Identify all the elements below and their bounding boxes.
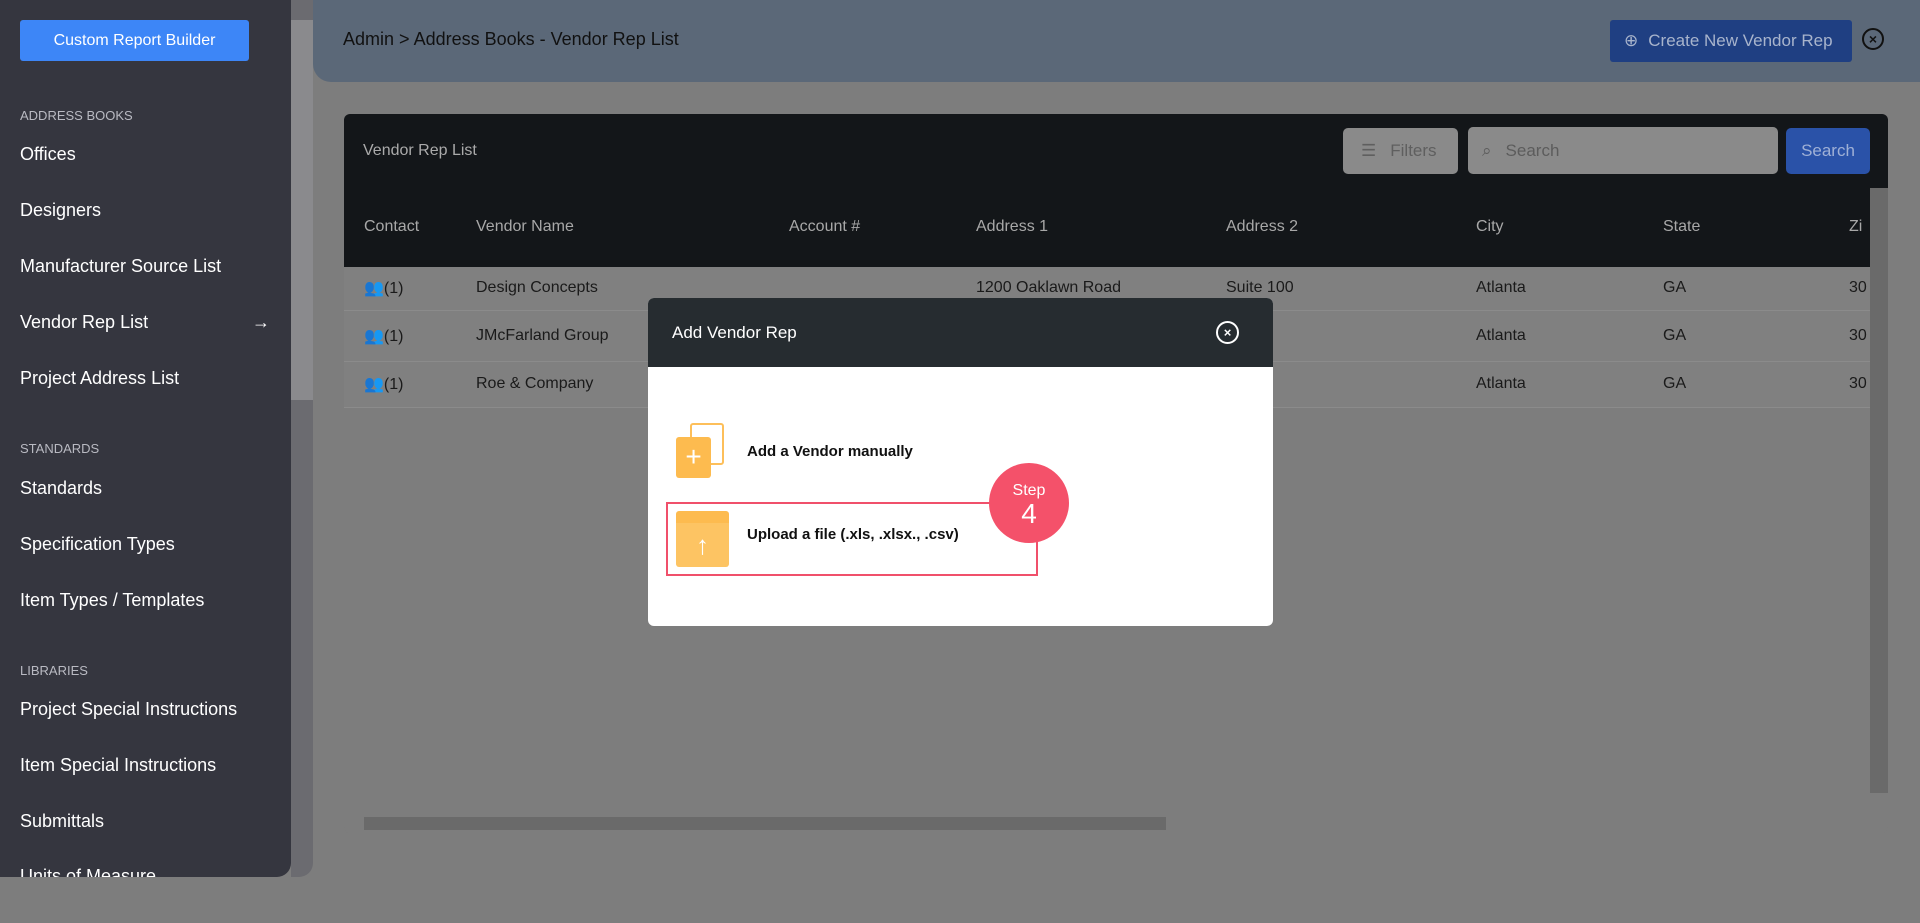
contact-count: (1) — [383, 376, 404, 393]
contact-count: (1) — [383, 280, 404, 297]
breadcrumb-separator: > — [399, 29, 410, 49]
cell-city: Atlanta — [1476, 375, 1526, 392]
plus-circle-icon: ⊕ — [1624, 31, 1639, 50]
column-vendor-name[interactable]: Vendor Name — [476, 218, 574, 236]
search-input[interactable]: ⌕ Search — [1468, 127, 1778, 174]
cell-city: Atlanta — [1476, 279, 1526, 296]
sidebar-item-manufacturer-source-list[interactable]: Manufacturer Source List — [20, 256, 270, 277]
label: Units of Measure — [20, 866, 157, 877]
label: Filters — [1390, 141, 1437, 160]
sidebar-item-specification-types[interactable]: Specification Types — [20, 534, 270, 555]
column-state[interactable]: State — [1663, 218, 1700, 236]
users-icon: 👥 — [364, 327, 384, 345]
contact-cell[interactable]: 👥(1) — [364, 326, 403, 346]
sidebar-item-units-of-measure[interactable]: Units of Measure — [20, 866, 270, 877]
section-standards: STANDARDS — [20, 441, 100, 456]
column-account[interactable]: Account # — [789, 218, 860, 236]
label: Item Special Instructions — [20, 755, 217, 775]
cell-address1: 1200 Oaklawn Road — [976, 279, 1121, 296]
label: Manufacturer Source List — [20, 256, 222, 276]
contact-cell[interactable]: 👥(1) — [364, 278, 403, 298]
contact-cell[interactable]: 👥(1) — [364, 374, 403, 394]
breadcrumb: Admin > Address Books - Vendor Rep List — [343, 29, 679, 50]
sidebar-scrollbar-thumb[interactable] — [291, 20, 313, 400]
add-vendor-manually-option[interactable]: Add a Vendor manually — [747, 443, 913, 460]
sidebar-item-designers[interactable]: Designers — [20, 200, 270, 221]
contact-count: (1) — [383, 327, 404, 345]
label: Standards — [20, 478, 103, 498]
column-address-2[interactable]: Address 2 — [1226, 218, 1298, 236]
modal-header: Add Vendor Rep × — [648, 298, 1273, 367]
create-new-vendor-rep-button[interactable]: ⊕ Create New Vendor Rep — [1610, 20, 1852, 62]
modal-title: Add Vendor Rep — [672, 323, 797, 342]
label: Item Types / Templates — [20, 590, 205, 610]
close-icon[interactable]: × — [1216, 321, 1239, 344]
cell-city: Atlanta — [1476, 326, 1526, 344]
placeholder: Search — [1505, 140, 1560, 160]
label: Project Special Instructions — [20, 699, 238, 719]
cell-address2: Suite 100 — [1226, 279, 1294, 296]
horizontal-scrollbar-thumb[interactable] — [364, 817, 1166, 830]
section-libraries: LIBRARIES — [20, 663, 88, 678]
vertical-scrollbar[interactable] — [1870, 188, 1888, 793]
users-icon: 👥 — [364, 376, 384, 393]
sidebar: Custom Report Builder ADDRESS BOOKS Offi… — [0, 0, 291, 877]
sidebar-item-item-types[interactable]: Item Types / Templates — [20, 590, 270, 611]
label: Project Address List — [20, 368, 180, 388]
search-button[interactable]: Search — [1786, 128, 1870, 174]
label: Specification Types — [20, 534, 175, 554]
sidebar-item-item-special-instructions[interactable]: Item Special Instructions — [20, 755, 270, 776]
sidebar-item-project-special-instructions[interactable]: Project Special Instructions — [20, 699, 270, 720]
add-manual-icon: + — [676, 423, 726, 478]
table-header: Vendor Rep List ☰ Filters ⌕ Search Search … — [344, 114, 1888, 267]
step-number: 4 — [1021, 498, 1037, 529]
cell-state: GA — [1663, 279, 1687, 296]
label: Submittals — [20, 811, 105, 831]
cell-vendor: Design Concepts — [476, 279, 598, 296]
label: Offices — [20, 144, 76, 164]
column-zip[interactable]: Zi — [1849, 218, 1862, 236]
column-contact[interactable]: Contact — [364, 218, 419, 236]
add-vendor-rep-modal: Add Vendor Rep × + Add a Vendor manually… — [648, 298, 1273, 626]
sidebar-item-offices[interactable]: Offices — [20, 144, 270, 165]
users-icon: 👥 — [364, 280, 384, 297]
cell-vendor: JMcFarland Group — [476, 326, 609, 344]
cell-vendor: Roe & Company — [476, 375, 594, 392]
cell-state: GA — [1663, 375, 1687, 392]
sidebar-item-project-address-list[interactable]: Project Address List — [20, 368, 270, 389]
breadcrumb-admin[interactable]: Admin — [343, 29, 394, 49]
label: Designers — [20, 200, 102, 220]
section-address-books: ADDRESS BOOKS — [20, 108, 133, 123]
sidebar-item-vendor-rep-list[interactable]: Vendor Rep List → — [20, 312, 270, 333]
label: Create New Vendor Rep — [1648, 31, 1833, 50]
cell-state: GA — [1663, 326, 1687, 344]
table-title: Vendor Rep List — [363, 142, 477, 159]
cell-zip: 30 — [1849, 375, 1867, 392]
search-icon: ⌕ — [1482, 140, 1492, 160]
custom-report-builder-button[interactable]: Custom Report Builder — [20, 20, 249, 61]
step-highlight-box — [666, 502, 1038, 576]
cell-zip: 30 — [1849, 326, 1867, 344]
filter-icon: ☰ — [1361, 141, 1377, 160]
arrow-right-icon: → — [252, 312, 270, 332]
column-address-1[interactable]: Address 1 — [976, 218, 1048, 236]
label: Vendor Rep List — [20, 312, 149, 332]
cell-zip: 30 — [1849, 279, 1867, 296]
column-city[interactable]: City — [1476, 218, 1504, 236]
close-icon[interactable]: × — [1862, 28, 1884, 50]
step-badge: Step 4 — [989, 463, 1069, 543]
sidebar-item-submittals[interactable]: Submittals — [20, 811, 270, 832]
breadcrumb-current: Address Books - Vendor Rep List — [413, 29, 679, 49]
sidebar-item-standards[interactable]: Standards — [20, 478, 270, 499]
filters-button[interactable]: ☰ Filters — [1343, 128, 1458, 174]
